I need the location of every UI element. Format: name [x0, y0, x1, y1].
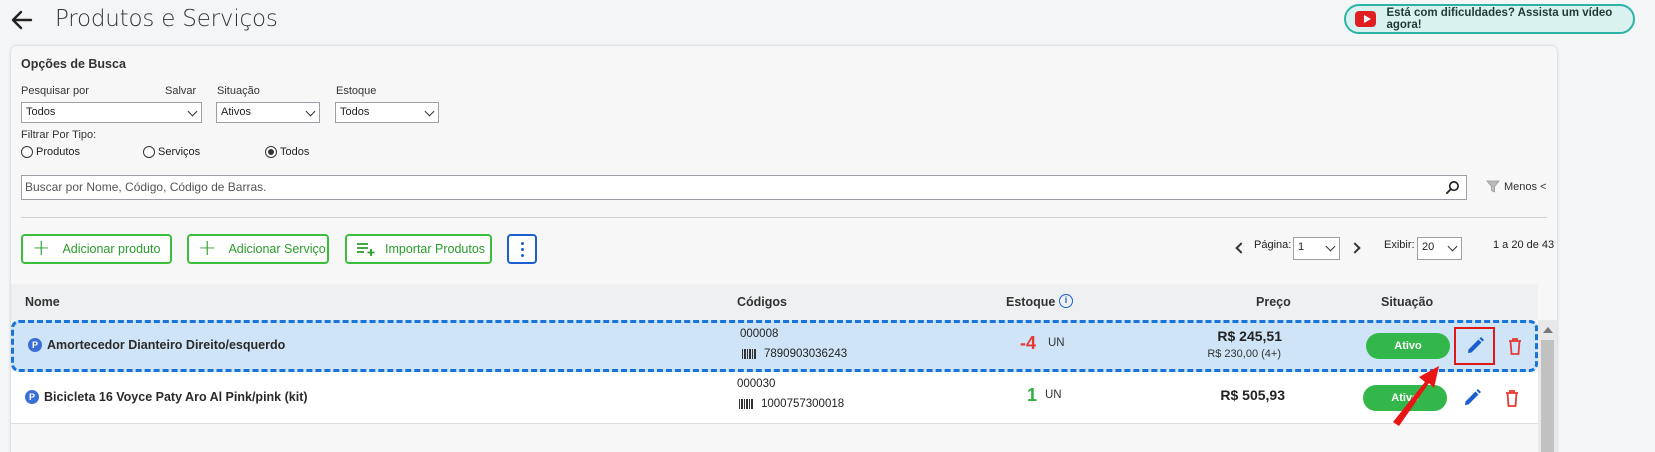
help-video-button[interactable]: Está com dificuldades? Assista um vídeo …: [1344, 4, 1635, 34]
page-title: Produtos e Serviços: [55, 6, 278, 32]
radio-circle-selected: [265, 146, 277, 158]
page-select[interactable]: 1: [1293, 237, 1340, 260]
product-code: 000008: [740, 328, 779, 340]
radio-circle: [21, 146, 33, 158]
stock-value: Todos: [340, 106, 370, 118]
top-bar: Produtos e Serviços Está com dificuldade…: [0, 0, 1655, 46]
search-input[interactable]: Buscar por Nome, Código, Código de Barra…: [21, 175, 1467, 200]
add-service-button[interactable]: + Adicionar Serviço: [187, 234, 329, 264]
stock-value: 1: [1027, 385, 1038, 405]
back-arrow-icon[interactable]: [9, 7, 35, 33]
stock-unit: UN: [1048, 337, 1065, 349]
barcode-value: 7890903036243: [764, 348, 848, 360]
page-size-value: 20: [1422, 241, 1435, 253]
import-products-label: Importar Produtos: [385, 242, 486, 256]
plus-icon: +: [32, 236, 51, 261]
add-product-label: Adicionar produto: [62, 242, 161, 256]
radio-label: Serviços: [158, 146, 201, 158]
filter-less-label: Menos <: [1504, 180, 1547, 193]
help-video-label: Está com dificuldades? Assista um vídeo …: [1386, 7, 1613, 31]
product-price: R$ 505,93: [1220, 387, 1285, 403]
product-type-badge: P: [28, 338, 42, 352]
prev-page-icon[interactable]: [1235, 242, 1247, 254]
status-badge[interactable]: Ativo: [1366, 333, 1450, 359]
barcode-value: 1000757300018: [761, 398, 845, 410]
kebab-dot: [520, 247, 524, 251]
search-icon[interactable]: [1445, 180, 1460, 195]
more-options-button[interactable]: [507, 234, 537, 264]
pencil-icon[interactable]: [1465, 336, 1485, 356]
kebab-dot: [520, 253, 524, 257]
search-placeholder: Buscar por Nome, Código, Código de Barra…: [25, 180, 267, 194]
add-product-button[interactable]: + Adicionar produto: [21, 234, 172, 264]
trash-icon[interactable]: [1505, 336, 1525, 356]
chevron-down-icon: [187, 106, 198, 117]
radio-label: Todos: [280, 146, 310, 158]
header-price: Preço: [1256, 295, 1291, 309]
divider: [21, 217, 1547, 218]
pencil-icon[interactable]: [1462, 388, 1482, 408]
chevron-down-icon: [1447, 241, 1458, 252]
filter-less-button[interactable]: Menos <: [1486, 180, 1547, 193]
situation-select[interactable]: Ativos: [216, 102, 320, 123]
product-name: Bicicleta 16 Voyce Paty Aro Al Pink/pink…: [44, 390, 308, 404]
page-size-select[interactable]: 20: [1417, 237, 1462, 260]
chevron-down-icon: [424, 106, 435, 117]
table-row[interactable]: P Bicicleta 16 Voyce Paty Aro Al Pink/pi…: [11, 372, 1538, 424]
situation-label: Situação: [217, 85, 260, 97]
search-by-label: Pesquisar por: [21, 85, 89, 97]
add-service-label: Adicionar Serviço: [228, 242, 326, 256]
situation-value: Ativos: [221, 106, 251, 118]
page-value: 1: [1298, 241, 1305, 253]
show-label: Exibir:: [1384, 239, 1415, 251]
search-options-title: Opções de Busca: [21, 57, 126, 71]
radio-products[interactable]: Produtos: [21, 146, 80, 158]
header-status: Situação: [1381, 295, 1434, 309]
stock-select[interactable]: Todos: [335, 102, 439, 123]
product-name: Amortecedor Dianteiro Direito/esquerdo: [47, 338, 286, 352]
scroll-up-icon[interactable]: [1543, 327, 1553, 333]
next-page-icon[interactable]: [1349, 242, 1361, 254]
barcode-icon: [742, 349, 757, 359]
trash-icon[interactable]: [1502, 388, 1522, 408]
pagination-range: 1 a 20 de 43: [1493, 239, 1555, 251]
search-by-value: Todos: [26, 106, 56, 118]
radio-circle: [143, 146, 155, 158]
product-price: R$ 245,51: [1217, 328, 1282, 344]
product-type-badge: P: [25, 390, 39, 404]
barcode-icon: [739, 399, 754, 409]
search-by-select[interactable]: Todos: [21, 102, 202, 123]
radio-all[interactable]: Todos: [265, 146, 309, 158]
table-header: Nome Códigos Estoque i Preço Situação: [11, 284, 1538, 320]
filter-icon: [1486, 180, 1500, 193]
kebab-dot: [520, 241, 524, 245]
table-row[interactable]: P Amortecedor Dianteiro Direito/esquerdo…: [11, 320, 1538, 372]
product-barcode: 1000757300018: [739, 398, 844, 410]
header-stock: Estoque: [1006, 295, 1056, 309]
chevron-down-icon: [305, 106, 316, 117]
save-link[interactable]: Salvar: [165, 85, 196, 97]
import-products-button[interactable]: Importar Produtos: [345, 234, 492, 264]
youtube-icon: [1355, 11, 1377, 27]
product-barcode: 7890903036243: [742, 348, 847, 360]
playlist-add-icon: [357, 243, 375, 256]
stock-label: Estoque: [336, 85, 377, 97]
page-label: Página:: [1254, 239, 1292, 251]
plus-icon: +: [198, 236, 217, 261]
header-name: Nome: [25, 295, 60, 309]
radio-services[interactable]: Serviços: [143, 146, 200, 158]
type-filter-label: Filtrar Por Tipo:: [21, 129, 97, 141]
products-card: Opções de Busca Pesquisar por Salvar Tod…: [11, 46, 1557, 452]
header-codes: Códigos: [737, 295, 787, 309]
info-icon[interactable]: i: [1059, 294, 1073, 308]
pointer-arrow-icon: [1393, 366, 1439, 426]
stock-value: -4: [1020, 333, 1037, 353]
stock-unit: UN: [1045, 389, 1062, 401]
radio-label: Produtos: [36, 146, 81, 158]
product-code: 000030: [737, 378, 776, 390]
product-price-tier: R$ 230,00 (4+): [1207, 348, 1281, 360]
table-scrollbar[interactable]: [1538, 320, 1557, 452]
chevron-down-icon: [1325, 241, 1336, 252]
scroll-thumb[interactable]: [1541, 340, 1554, 452]
